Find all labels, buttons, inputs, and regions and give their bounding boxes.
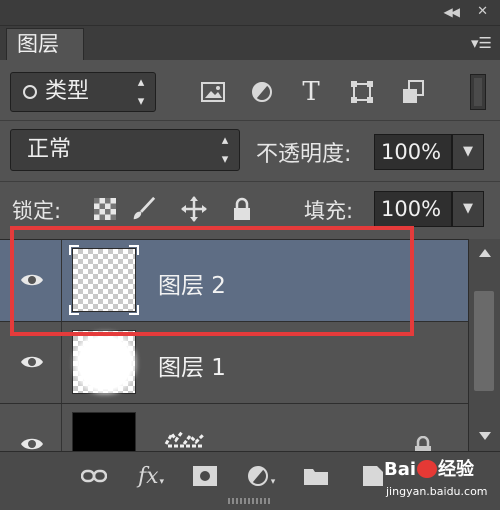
background-layer-name-graphic (164, 431, 206, 448)
filter-type-layers-icon[interactable]: T (298, 77, 324, 107)
panel-tab-row: 图层 ▾☰ (0, 26, 500, 60)
new-layer-icon[interactable] (360, 464, 386, 488)
watermark-text-jingyan: 经验 (438, 459, 475, 480)
panel-title-strip: ◀◀ ✕ (0, 0, 500, 26)
layer-thumbnail[interactable] (72, 412, 136, 451)
link-layers-icon[interactable] (80, 464, 108, 488)
lock-image-pixels-icon[interactable] (130, 196, 156, 222)
filter-toggle-switch[interactable] (470, 74, 486, 110)
filter-kind-label: 类型 (45, 79, 90, 104)
watermark-text-bai: Bai (384, 459, 417, 480)
fill-input[interactable]: 100% (374, 191, 452, 227)
highlight-box (10, 226, 414, 336)
filter-kind-select[interactable]: 类型 ▴ ▾ (10, 72, 156, 112)
group-folder-icon[interactable] (302, 464, 330, 488)
layer-list-scrollbar[interactable] (468, 239, 500, 451)
scrollbar-thumb[interactable] (474, 291, 494, 391)
collapse-panel-icon[interactable]: ◀◀ (444, 5, 461, 19)
watermark-url: jingyan.baidu.com (386, 485, 488, 498)
scroll-up-arrow-icon[interactable] (479, 249, 491, 257)
lock-position-icon[interactable] (181, 196, 207, 222)
eye-icon (21, 438, 43, 450)
chevron-up-down-icon: ▴ ▾ (221, 133, 229, 167)
scroll-down-arrow-icon[interactable] (479, 432, 491, 440)
lock-label: 锁定: (12, 199, 62, 223)
search-icon (23, 85, 37, 99)
layer-lock-icon (415, 436, 431, 451)
add-mask-icon[interactable] (192, 464, 218, 488)
blend-mode-select[interactable]: 正常 ▴ ▾ (10, 129, 240, 171)
filter-pixel-layers-icon[interactable] (200, 80, 226, 104)
tab-layers[interactable]: 图层 (6, 28, 84, 60)
layer-thumbnail[interactable] (72, 330, 136, 394)
lock-all-icon[interactable] (229, 196, 255, 222)
baidu-paw-logo (417, 460, 438, 478)
fx-icon[interactable]: fx ▾ (134, 463, 168, 489)
opacity-label: 不透明度: (256, 142, 352, 167)
lock-transparent-pixels-icon[interactable] (92, 196, 118, 222)
filter-shape-layers-icon[interactable] (349, 80, 375, 104)
divider (0, 120, 500, 121)
opacity-input[interactable]: 100% (374, 134, 452, 170)
fill-dropdown-button[interactable]: ▼ (452, 191, 484, 227)
layer-row[interactable] (0, 404, 468, 451)
fill-label: 填充: (304, 199, 354, 223)
divider (0, 181, 500, 182)
eye-icon (21, 356, 43, 368)
panel-resize-grip[interactable] (228, 498, 272, 504)
filter-adjustment-layers-icon[interactable] (249, 80, 275, 104)
close-panel-icon[interactable]: ✕ (477, 4, 488, 19)
visibility-toggle[interactable] (0, 404, 62, 451)
filter-smart-objects-icon[interactable] (400, 80, 426, 104)
layer-name[interactable]: 图层 1 (158, 348, 226, 382)
chevron-up-down-icon: ▴ ▾ (137, 75, 145, 109)
panel-menu-icon[interactable]: ▾☰ (471, 34, 492, 52)
fx-label: fx (137, 463, 159, 489)
adjustment-layer-icon[interactable]: ▾ (244, 464, 278, 488)
opacity-dropdown-button[interactable]: ▼ (452, 134, 484, 170)
blend-mode-label: 正常 (27, 137, 72, 162)
watermark: Bai 经验 jingyan.baidu.com (384, 455, 500, 510)
